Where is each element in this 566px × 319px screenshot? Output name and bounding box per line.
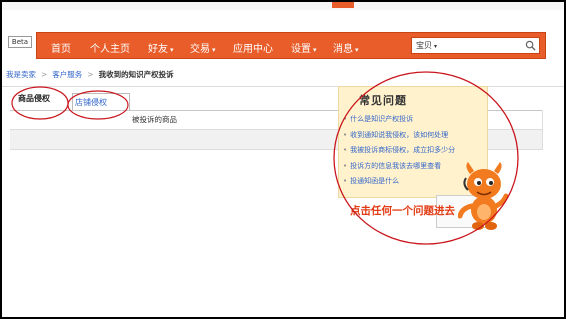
nav-item-settings[interactable]: 设置 ▾ <box>291 40 317 55</box>
search-category-select[interactable]: 宝贝 ▾ <box>416 40 437 51</box>
instruction-annotation: 点击任何一个问题进去 <box>350 205 455 217</box>
bullet-icon: • <box>343 146 348 154</box>
bullet-icon: • <box>343 115 348 123</box>
chevron-down-icon: ▾ <box>313 46 317 54</box>
search-box: 宝贝 ▾ <box>411 37 540 54</box>
mascot-icon <box>458 162 509 230</box>
search-input[interactable] <box>452 39 522 52</box>
breadcrumb-current: 我收到的知识产权投诉 <box>98 70 174 79</box>
chevron-down-icon: ▾ <box>355 46 359 54</box>
main-nav-bar: 首页 个人主页 好友 ▾ 交易 ▾ 应用中心 设置 ▾ 消息 ▾ 宝贝 ▾ <box>36 32 546 59</box>
screen: Beta 首页 个人主页 好友 ▾ 交易 ▾ 应用中心 设置 ▾ 消息 ▾ 宝贝 ▾ 我是… <box>2 2 564 317</box>
tab-product-infringement[interactable]: 商品侵权 <box>18 93 50 104</box>
top-strip <box>2 2 564 10</box>
nav-item-profile[interactable]: 个人主页 <box>90 40 130 55</box>
column-header-product: 被投诉的商品 <box>132 115 177 124</box>
faq-title: 常见问题 <box>359 94 407 107</box>
top-accent <box>332 2 354 8</box>
breadcrumb-separator: > <box>87 70 94 79</box>
beta-badge: Beta <box>8 36 32 48</box>
breadcrumb-link-seller[interactable]: 我是卖家 <box>6 70 36 79</box>
bullet-icon: • <box>343 130 348 139</box>
nav-item-home[interactable]: 首页 <box>51 40 71 55</box>
tab-store-infringement[interactable]: 店铺侵权 <box>72 93 130 110</box>
faq-item[interactable]: • 投通知函是什么 <box>343 176 455 192</box>
nav-item-friends[interactable]: 好友 ▾ <box>148 40 174 55</box>
faq-item[interactable]: • 投诉方的信息我该去哪里查看 <box>343 161 455 177</box>
bullet-icon: • <box>343 177 348 185</box>
faq-item[interactable]: • 什么是知识产权投诉 <box>343 114 455 130</box>
faq-item[interactable]: • 收到通知说我侵权，该如何处理 <box>343 130 455 146</box>
chevron-down-icon: ▾ <box>170 46 174 54</box>
breadcrumb-link-service[interactable]: 客户服务 <box>52 70 82 79</box>
divider <box>542 110 543 150</box>
chevron-down-icon: ▾ <box>434 43 438 50</box>
nav-item-messages[interactable]: 消息 ▾ <box>333 40 359 55</box>
search-icon[interactable] <box>525 40 536 51</box>
chevron-down-icon: ▾ <box>212 46 216 54</box>
faq-list: • 什么是知识产权投诉 • 收到通知说我侵权，该如何处理 • 我被投诉商标侵权，成立扣… <box>343 114 455 192</box>
faq-item[interactable]: • 我被投诉商标侵权，成立扣多少分 <box>343 145 455 161</box>
nav-item-trade[interactable]: 交易 ▾ <box>190 40 216 55</box>
bullet-icon: • <box>343 161 348 170</box>
breadcrumb-separator: > <box>41 70 48 79</box>
nav-item-apps[interactable]: 应用中心 <box>233 40 273 55</box>
breadcrumb: 我是卖家 > 客户服务 > 我收到的知识产权投诉 <box>6 69 174 80</box>
